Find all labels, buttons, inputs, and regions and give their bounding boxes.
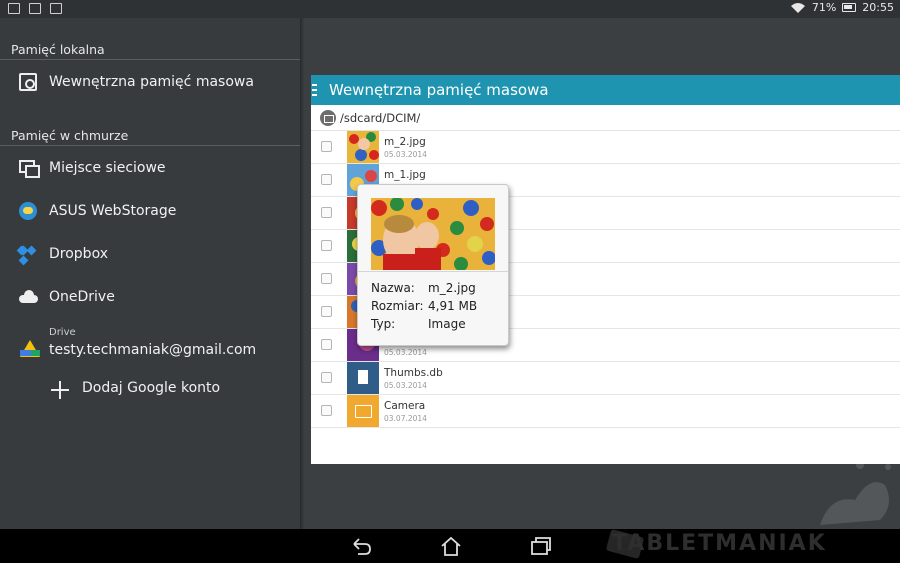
type-label: Typ: [371, 317, 396, 331]
drive-account-email: testy.techmaniak@gmail.com [49, 342, 257, 358]
file-name: m_1.jpg [384, 169, 426, 181]
file-row[interactable]: Camera 03.07.2014 [311, 395, 900, 428]
row-checkbox[interactable] [321, 405, 332, 416]
file-row[interactable]: Thumbs.db 05.03.2014 [311, 362, 900, 395]
drawer-item-label: ASUS WebStorage [49, 203, 177, 219]
sdcard-icon [320, 110, 336, 126]
panel-title: Wewnętrzna pamięć masowa [329, 81, 549, 99]
popup-name-row: Nazwa: m_2.jpg [371, 281, 476, 295]
row-checkbox[interactable] [321, 306, 332, 317]
file-date: 05.03.2014 [384, 381, 427, 390]
file-date: 03.07.2014 [384, 414, 427, 423]
status-bar: 71% 20:55 [0, 0, 900, 18]
file-name: Camera [384, 400, 426, 412]
download-icon [29, 3, 41, 14]
drawer-item-label: Dropbox [49, 246, 108, 262]
current-path: /sdcard/DCIM/ [340, 111, 421, 125]
local-storage-header: Pamięć lokalna [11, 42, 105, 57]
wifi-icon [790, 2, 805, 13]
recent-apps-icon[interactable] [530, 536, 552, 556]
add-account-label: Dodaj Google konto [82, 380, 221, 396]
dropbox-icon [19, 245, 37, 263]
path-bar[interactable]: /sdcard/DCIM/ [311, 105, 900, 131]
divider [0, 145, 300, 146]
clock: 20:55 [862, 1, 894, 14]
drawer-item-internal-storage[interactable]: Wewnętrzna pamięć masowa [0, 62, 300, 102]
drawer-item-label: Wewnętrzna pamięć masowa [49, 74, 254, 90]
document-icon [347, 362, 379, 394]
drawer-shadow [300, 18, 304, 529]
watermark-text: TABLETMANIAK [612, 531, 827, 556]
navigation-drawer: Pamięć lokalna Wewnętrzna pamięć masowa … [0, 18, 300, 529]
image-icon [50, 3, 62, 14]
row-checkbox[interactable] [321, 273, 332, 284]
type-value: Image [428, 317, 466, 331]
drawer-item-asus-webstorage[interactable]: ASUS WebStorage [0, 191, 300, 231]
file-date: 05.03.2014 [384, 348, 427, 357]
drive-label: Drive [49, 327, 76, 338]
row-checkbox[interactable] [321, 141, 332, 152]
battery-percent: 71% [811, 1, 837, 14]
drawer-item-label: Miejsce sieciowe [49, 160, 166, 176]
size-label: Rozmiar: [371, 299, 424, 313]
panel-title-bar: Wewnętrzna pamięć masowa [311, 75, 900, 105]
file-name: Thumbs.db [384, 367, 443, 379]
system-status: 71% 20:55 [790, 1, 894, 14]
watermark-splash [820, 461, 891, 525]
onedrive-icon [19, 288, 38, 306]
image-preview [371, 198, 495, 270]
storage-icon [19, 73, 37, 91]
drawer-item-google-drive[interactable]: Drive testy.techmaniak@gmail.com [0, 324, 300, 368]
home-icon[interactable] [440, 536, 462, 556]
battery-icon [842, 3, 857, 12]
network-icon [19, 159, 40, 178]
notification-icons [8, 3, 62, 14]
file-info-popup: Nazwa: m_2.jpg Rozmiar: 4,91 MB Typ: Image [357, 184, 509, 346]
cloud-storage-header: Pamięć w chmurze [11, 128, 129, 143]
google-drive-icon [20, 339, 40, 357]
back-icon[interactable] [350, 536, 372, 556]
keyboard-icon [8, 3, 20, 14]
drawer-item-label: OneDrive [49, 289, 115, 305]
divider [0, 59, 300, 60]
file-row[interactable]: m_2.jpg 05.03.2014 [311, 131, 900, 164]
asus-webstorage-icon [19, 202, 37, 220]
plus-icon [51, 381, 69, 399]
name-value: m_2.jpg [428, 281, 476, 295]
menu-icon[interactable] [312, 84, 317, 96]
drawer-item-network[interactable]: Miejsce sieciowe [0, 148, 300, 188]
row-checkbox[interactable] [321, 207, 332, 218]
row-checkbox[interactable] [321, 174, 332, 185]
size-value: 4,91 MB [428, 299, 478, 313]
image-thumbnail [347, 131, 379, 163]
add-google-account-button[interactable]: Dodaj Google konto [0, 369, 300, 409]
divider [358, 271, 508, 272]
drawer-item-onedrive[interactable]: OneDrive [0, 277, 300, 317]
folder-icon [347, 395, 379, 427]
row-checkbox[interactable] [321, 240, 332, 251]
row-checkbox[interactable] [321, 339, 332, 350]
file-date: 05.03.2014 [384, 150, 427, 159]
file-name: m_2.jpg [384, 136, 426, 148]
drawer-item-dropbox[interactable]: Dropbox [0, 234, 300, 274]
name-label: Nazwa: [371, 281, 415, 295]
popup-size-row: Rozmiar: 4,91 MB [371, 299, 477, 313]
popup-type-row: Typ: Image [371, 317, 466, 331]
row-checkbox[interactable] [321, 372, 332, 383]
